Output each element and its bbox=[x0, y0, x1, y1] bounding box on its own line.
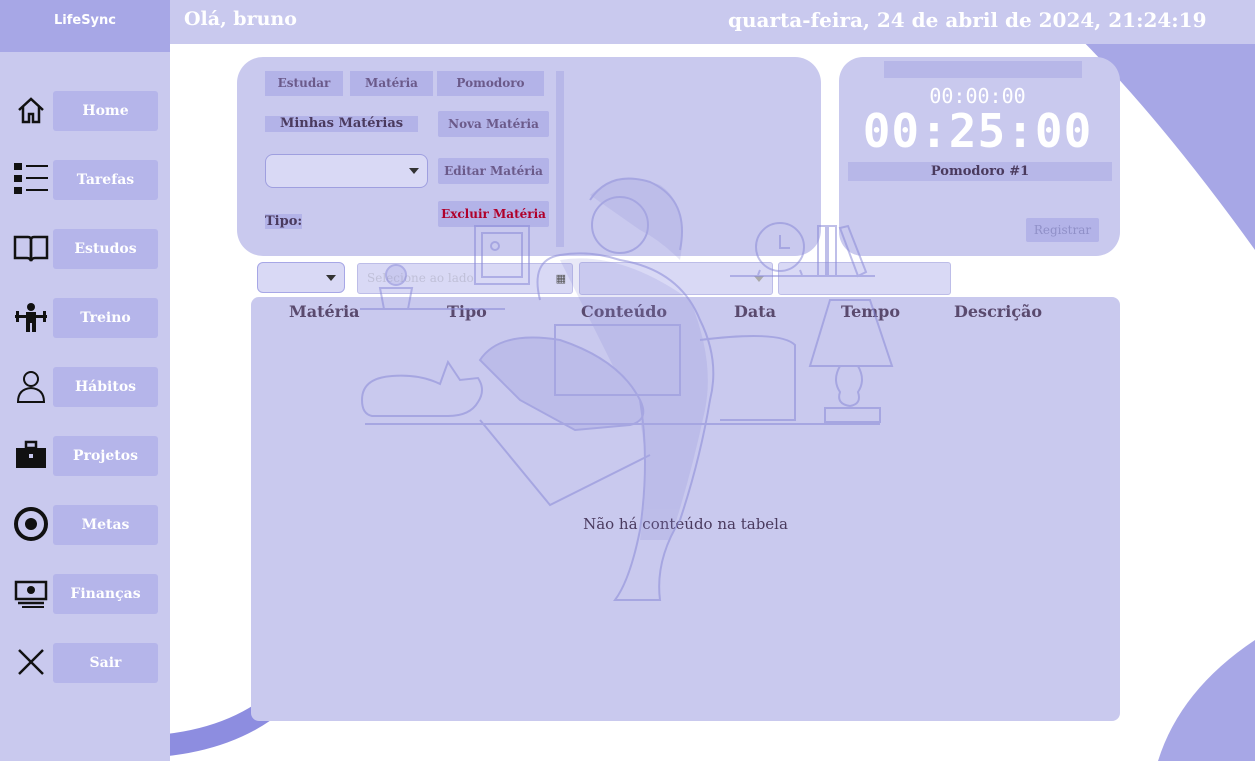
column-header-tipo[interactable]: Tipo bbox=[447, 302, 487, 321]
filter-select[interactable] bbox=[257, 262, 345, 293]
sidebar-item-estudos[interactable]: Estudos bbox=[53, 229, 158, 269]
sidebar-item-tarefas[interactable]: Tarefas bbox=[53, 160, 158, 200]
sidebar-item-metas[interactable]: Metas bbox=[53, 505, 158, 545]
column-header-tempo[interactable]: Tempo bbox=[841, 302, 900, 321]
app-brand: LifeSync bbox=[0, 0, 170, 52]
timer-title-bar bbox=[884, 61, 1082, 78]
column-header-conteudo[interactable]: Conteúdo bbox=[581, 302, 667, 321]
person-icon[interactable] bbox=[12, 367, 50, 405]
new-subject-button[interactable]: Nova Matéria bbox=[438, 111, 549, 137]
tab-materia[interactable]: Matéria bbox=[350, 71, 433, 96]
workout-icon[interactable] bbox=[12, 298, 50, 336]
sidebar-item-sair[interactable]: Sair bbox=[53, 643, 158, 683]
money-icon[interactable] bbox=[12, 574, 50, 612]
panel-scrollbar[interactable] bbox=[556, 71, 564, 247]
empty-table-message: Não há conteúdo na tabela bbox=[583, 515, 788, 533]
date-input[interactable]: Selecione ao lado ▦ bbox=[357, 263, 573, 294]
chevron-down-icon bbox=[754, 276, 764, 282]
checklist-icon[interactable] bbox=[12, 160, 50, 198]
my-subjects-label: Minhas Matérias bbox=[265, 116, 418, 132]
chevron-down-icon bbox=[409, 168, 419, 174]
target-icon[interactable] bbox=[12, 505, 50, 543]
sidebar-item-habitos[interactable]: Hábitos bbox=[53, 367, 158, 407]
briefcase-icon[interactable] bbox=[12, 436, 50, 474]
description-input[interactable] bbox=[778, 262, 951, 295]
tab-pomodoro[interactable]: Pomodoro bbox=[437, 71, 544, 96]
home-icon[interactable] bbox=[12, 91, 50, 129]
book-icon[interactable] bbox=[12, 229, 50, 267]
register-button[interactable]: Registrar bbox=[1026, 218, 1099, 242]
greeting-text: Olá, bruno bbox=[184, 8, 297, 30]
column-header-data[interactable]: Data bbox=[734, 302, 776, 321]
column-header-descricao[interactable]: Descrição bbox=[954, 302, 1042, 321]
study-table bbox=[251, 297, 1120, 721]
calendar-icon[interactable]: ▦ bbox=[556, 272, 566, 285]
sidebar-item-home[interactable]: Home bbox=[53, 91, 158, 131]
tab-estudar[interactable]: Estudar bbox=[265, 71, 343, 96]
column-header-materia[interactable]: Matéria bbox=[289, 302, 360, 321]
sidebar-item-treino[interactable]: Treino bbox=[53, 298, 158, 338]
close-icon[interactable] bbox=[12, 643, 50, 681]
delete-subject-button[interactable]: Excluir Matéria bbox=[438, 201, 549, 227]
session-label: Pomodoro #1 bbox=[848, 162, 1112, 181]
sidebar-item-projetos[interactable]: Projetos bbox=[53, 436, 158, 476]
type-label: Tipo: bbox=[265, 214, 303, 229]
date-placeholder: Selecione ao lado bbox=[367, 271, 474, 285]
current-datetime: quarta-feira, 24 de abril de 2024, 21:24… bbox=[728, 8, 1207, 32]
edit-subject-button[interactable]: Editar Matéria bbox=[438, 158, 549, 184]
sidebar-item-financas[interactable]: Finanças bbox=[53, 574, 158, 614]
subject-select[interactable] bbox=[265, 154, 428, 188]
chevron-down-icon bbox=[326, 275, 336, 281]
countdown-time: 00:25:00 bbox=[862, 104, 1093, 158]
content-select[interactable] bbox=[579, 262, 773, 295]
